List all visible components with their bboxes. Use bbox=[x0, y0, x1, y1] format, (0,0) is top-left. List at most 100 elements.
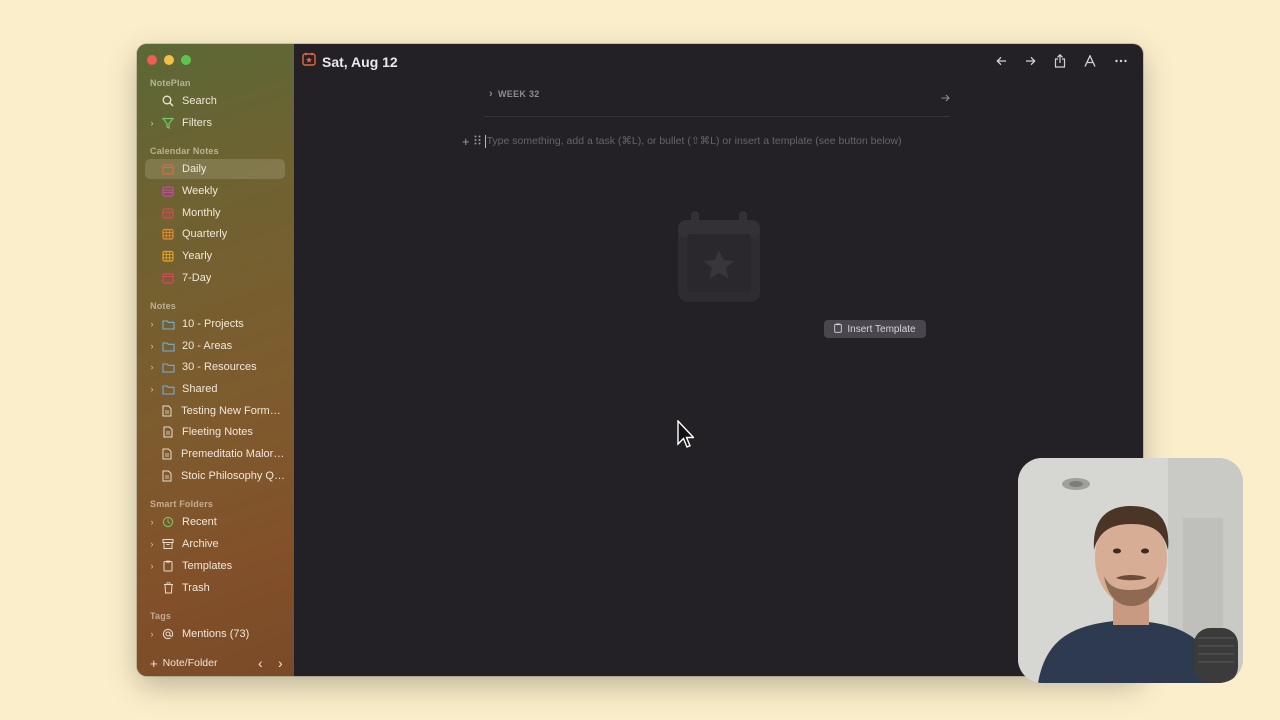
sidebar-item-templates[interactable]: › Templates bbox=[145, 556, 285, 576]
add-note-folder-button[interactable]: + Note/Folder bbox=[150, 656, 217, 671]
zoom-window-button[interactable] bbox=[181, 55, 191, 65]
sidebar-app-name: NotePlan bbox=[150, 78, 191, 88]
chevron-right-icon[interactable]: › bbox=[145, 561, 159, 571]
note-header: Sat, Aug 12 bbox=[302, 52, 398, 71]
sidebar-item-10-projects[interactable]: › 10 - Projects bbox=[145, 314, 285, 334]
week-section-toggle[interactable]: › WEEK 32 bbox=[489, 88, 540, 100]
sidebar-item-label: Fleeting Notes bbox=[182, 426, 253, 438]
smart-folders-header: Smart Folders bbox=[150, 499, 214, 509]
sidebar-item-label: 10 - Projects bbox=[182, 318, 244, 330]
sidebar-item-note[interactable]: Testing New Format... bbox=[145, 401, 285, 421]
chevron-right-icon[interactable]: › bbox=[278, 655, 283, 671]
week-forward-arrow-icon[interactable] bbox=[941, 89, 950, 107]
note-icon bbox=[159, 448, 176, 460]
chevron-right-icon: › bbox=[489, 88, 493, 100]
sidebar-item-yearly[interactable]: Yearly bbox=[145, 246, 285, 266]
notes-header: Notes bbox=[150, 301, 177, 311]
sidebar-item-quarterly[interactable]: Quarterly bbox=[145, 224, 285, 244]
sidebar-item-label: Mentions (73) bbox=[182, 628, 250, 640]
chevron-left-icon[interactable]: ‹ bbox=[258, 655, 263, 671]
sidebar-item-mentions[interactable]: › Mentions (73) bbox=[145, 624, 285, 644]
chevron-right-icon[interactable]: › bbox=[145, 384, 159, 394]
text-format-icon[interactable] bbox=[1080, 52, 1100, 70]
editor-placeholder[interactable]: Type something, add a task (⌘L), or bull… bbox=[487, 135, 902, 147]
sidebar-item-label: Weekly bbox=[182, 185, 218, 197]
note-icon bbox=[159, 470, 176, 482]
insert-template-label: Insert Template bbox=[847, 323, 916, 335]
sidebar-item-label: Premeditatio Maloru... bbox=[181, 448, 285, 460]
chevron-right-icon[interactable]: › bbox=[145, 319, 159, 329]
calendar-monthly-icon bbox=[159, 207, 177, 219]
folder-icon bbox=[159, 362, 177, 373]
chevron-right-icon[interactable]: › bbox=[145, 362, 159, 372]
calendar-template-icon bbox=[677, 210, 761, 309]
share-icon[interactable] bbox=[1050, 52, 1070, 70]
note-icon bbox=[159, 426, 177, 438]
sidebar-item-20-areas[interactable]: › 20 - Areas bbox=[145, 336, 285, 356]
sidebar-item-30-resources[interactable]: › 30 - Resources bbox=[145, 357, 285, 377]
sidebar-item-weekly[interactable]: Weekly bbox=[145, 181, 285, 201]
sidebar-item-label: Stoic Philosophy Qu... bbox=[181, 470, 285, 482]
chevron-right-icon[interactable]: › bbox=[145, 118, 159, 128]
sidebar-footer: + Note/Folder ‹ › bbox=[137, 650, 294, 676]
calendar-weekly-icon bbox=[159, 185, 177, 197]
sidebar-item-label: Search bbox=[182, 95, 217, 107]
sidebar-item-archive[interactable]: › Archive bbox=[145, 534, 285, 554]
drag-handle-icon[interactable] bbox=[474, 132, 481, 150]
calendar-star-icon[interactable] bbox=[302, 52, 316, 71]
tags-header: Tags bbox=[150, 611, 172, 621]
sidebar-item-daily[interactable]: Daily bbox=[145, 159, 285, 179]
back-arrow-icon[interactable] bbox=[991, 52, 1011, 70]
folder-icon bbox=[159, 384, 177, 395]
chevron-right-icon[interactable]: › bbox=[145, 539, 159, 549]
forward-arrow-icon[interactable] bbox=[1020, 52, 1040, 70]
chevron-right-icon[interactable]: › bbox=[145, 629, 159, 639]
sidebar-item-note[interactable]: Fleeting Notes bbox=[145, 422, 285, 442]
editor-area: Sat, Aug 12 › WEEK 32 + Type something, … bbox=[294, 44, 1143, 676]
sidebar-item-label: 30 - Resources bbox=[182, 361, 257, 373]
note-icon bbox=[159, 405, 176, 417]
sidebar-item-note[interactable]: Stoic Philosophy Qu... bbox=[145, 466, 285, 486]
calendar-yearly-icon bbox=[159, 250, 177, 262]
filter-icon bbox=[159, 117, 177, 129]
sidebar-item-label: Daily bbox=[182, 163, 207, 175]
minimize-window-button[interactable] bbox=[164, 55, 174, 65]
history-icon bbox=[159, 516, 177, 528]
insert-template-button[interactable]: Insert Template bbox=[824, 320, 926, 338]
sidebar-item-recent[interactable]: › Recent bbox=[145, 512, 285, 532]
sidebar-item-trash[interactable]: Trash bbox=[145, 578, 285, 598]
divider bbox=[484, 116, 950, 117]
sidebar-item-label: Filters bbox=[182, 117, 212, 129]
week-label: WEEK 32 bbox=[497, 89, 540, 99]
window-controls bbox=[147, 55, 191, 65]
chevron-right-icon[interactable]: › bbox=[145, 517, 159, 527]
sidebar-item-label: Testing New Format... bbox=[181, 405, 285, 417]
calendar-notes-header: Calendar Notes bbox=[150, 146, 219, 156]
sidebar-item-search[interactable]: Search bbox=[145, 91, 285, 111]
folder-icon bbox=[159, 341, 177, 352]
webcam-overlay bbox=[1018, 458, 1243, 683]
sidebar-item-7day[interactable]: 7-Day bbox=[145, 268, 285, 288]
more-options-icon[interactable] bbox=[1111, 52, 1131, 70]
sidebar-item-label: 7-Day bbox=[182, 272, 212, 284]
app-window: NotePlan Search › Filters Calendar Notes… bbox=[137, 44, 1143, 676]
template-icon bbox=[159, 560, 177, 572]
sidebar: NotePlan Search › Filters Calendar Notes… bbox=[137, 44, 294, 676]
sidebar-item-filters[interactable]: › Filters bbox=[145, 113, 285, 133]
sidebar-item-note[interactable]: Premeditatio Maloru... bbox=[145, 444, 285, 464]
close-window-button[interactable] bbox=[147, 55, 157, 65]
text-caret bbox=[484, 134, 486, 148]
mouse-cursor bbox=[677, 419, 696, 455]
add-block-plus-icon[interactable]: + bbox=[462, 134, 470, 149]
page-title: Sat, Aug 12 bbox=[322, 53, 398, 70]
sidebar-item-shared[interactable]: › Shared bbox=[145, 379, 285, 399]
sidebar-item-monthly[interactable]: Monthly bbox=[145, 203, 285, 223]
chevron-right-icon[interactable]: › bbox=[145, 341, 159, 351]
calendar-quarterly-icon bbox=[159, 228, 177, 240]
sidebar-item-label: Archive bbox=[182, 538, 219, 550]
sidebar-item-label: Recent bbox=[182, 516, 217, 528]
sidebar-item-label: 20 - Areas bbox=[182, 340, 233, 352]
editor-first-line[interactable]: + Type something, add a task (⌘L), or bu… bbox=[462, 132, 902, 150]
sidebar-item-label: Templates bbox=[182, 560, 233, 572]
folder-icon bbox=[159, 319, 177, 330]
